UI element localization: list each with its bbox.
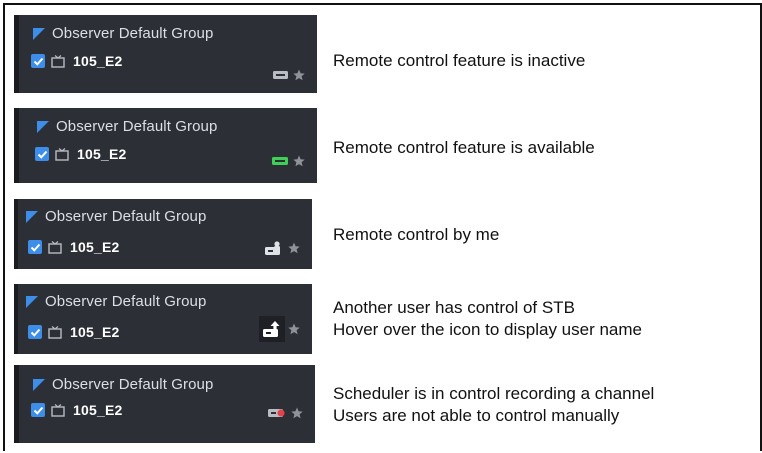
channel-panel-5: Observer Default Group 105_E2: [14, 365, 315, 443]
description-4: Another user has control of STB Hover ov…: [333, 297, 642, 341]
checkbox-checked[interactable]: [28, 325, 42, 339]
description-line: Remote control by me: [333, 225, 500, 244]
channel-panel-2: Observer Default Group 105_E2: [14, 108, 317, 183]
status-icons: [268, 407, 303, 419]
status-icons: [273, 69, 305, 81]
group-header[interactable]: Observer Default Group: [37, 118, 217, 135]
channel-name: 105_E2: [73, 402, 123, 418]
channel-row[interactable]: 105_E2: [28, 324, 119, 340]
tv-icon: [55, 147, 69, 161]
channel-name: 105_E2: [70, 324, 120, 340]
channel-row[interactable]: 105_E2: [35, 146, 126, 162]
checkbox-checked[interactable]: [35, 147, 49, 161]
channel-row[interactable]: 105_E2: [31, 53, 122, 69]
remote-by-me-icon[interactable]: [265, 241, 283, 255]
tv-icon: [48, 240, 62, 254]
description-line: Remote control feature is inactive: [333, 51, 586, 70]
remote-available-icon[interactable]: [272, 157, 288, 165]
group-header[interactable]: Observer Default Group: [26, 293, 206, 310]
group-name: Observer Default Group: [45, 208, 207, 225]
group-name: Observer Default Group: [52, 376, 214, 393]
group-name: Observer Default Group: [45, 293, 207, 310]
remote-other-user-hover-box[interactable]: [259, 316, 285, 342]
remote-inactive-icon[interactable]: [273, 71, 288, 79]
checkbox-checked[interactable]: [28, 240, 42, 254]
group-flag-icon: [33, 27, 45, 40]
description-2: Remote control feature is available: [333, 137, 595, 159]
channel-name: 105_E2: [70, 239, 120, 255]
description-line: Remote control feature is available: [333, 138, 595, 157]
status-icons: [265, 241, 300, 255]
remote-other-user-icon[interactable]: [263, 320, 281, 338]
group-flag-icon: [26, 295, 38, 308]
channel-panel-4: Observer Default Group 105_E2: [14, 284, 312, 354]
group-name: Observer Default Group: [56, 118, 218, 135]
favorite-star-icon[interactable]: [288, 323, 300, 335]
group-flag-icon: [37, 120, 49, 133]
channel-panel-3: Observer Default Group 105_E2: [14, 199, 312, 269]
favorite-star-icon[interactable]: [293, 69, 305, 81]
status-icons: [259, 316, 300, 342]
channel-name: 105_E2: [73, 53, 123, 69]
favorite-star-icon[interactable]: [293, 155, 305, 167]
favorite-star-icon[interactable]: [288, 242, 300, 254]
favorite-star-icon[interactable]: [291, 407, 303, 419]
tv-icon: [48, 325, 62, 339]
description-line: Hover over the icon to display user name: [333, 320, 642, 339]
tv-icon: [51, 403, 65, 417]
channel-row[interactable]: 105_E2: [31, 402, 122, 418]
description-line: Users are not able to control manually: [333, 406, 620, 425]
group-flag-icon: [33, 378, 45, 391]
status-icons: [272, 155, 305, 167]
channel-name: 105_E2: [77, 146, 127, 162]
group-header[interactable]: Observer Default Group: [26, 208, 206, 225]
description-1: Remote control feature is inactive: [333, 50, 585, 72]
tv-icon: [51, 54, 65, 68]
channel-row[interactable]: 105_E2: [28, 239, 119, 255]
group-header[interactable]: Observer Default Group: [33, 25, 213, 42]
group-flag-icon: [26, 210, 38, 223]
group-header[interactable]: Observer Default Group: [33, 376, 213, 393]
checkbox-checked[interactable]: [31, 54, 45, 68]
channel-panel-1: Observer Default Group 105_E2: [14, 15, 317, 93]
description-line: Another user has control of STB: [333, 298, 575, 317]
group-name: Observer Default Group: [52, 25, 214, 42]
description-5: Scheduler is in control recording a chan…: [333, 383, 654, 427]
checkbox-checked[interactable]: [31, 403, 45, 417]
remote-scheduler-icon[interactable]: [268, 408, 286, 418]
description-3: Remote control by me: [333, 224, 499, 246]
description-line: Scheduler is in control recording a chan…: [333, 384, 655, 403]
